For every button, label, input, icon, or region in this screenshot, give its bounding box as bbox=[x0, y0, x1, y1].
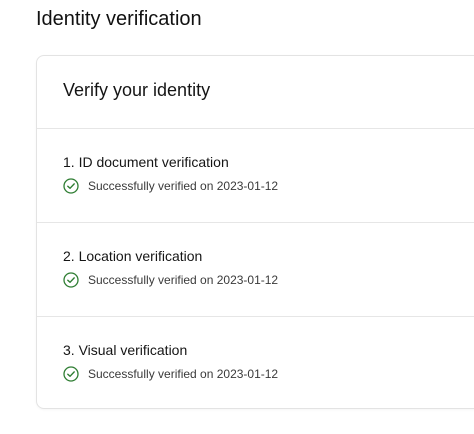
step-status: Successfully verified on 2023-01-12 bbox=[63, 366, 278, 382]
card-header: Verify your identity bbox=[37, 56, 474, 129]
verification-step-visual: 3. Visual verification Successfully veri… bbox=[37, 317, 474, 408]
verification-step-id-document: 1. ID document verification Successfully… bbox=[37, 129, 474, 223]
status-text: Successfully verified on 2023-01-12 bbox=[88, 367, 279, 381]
step-title: 2. Location verification bbox=[63, 248, 203, 264]
verification-card: Verify your identity 1. ID document veri… bbox=[36, 55, 474, 409]
check-circle-icon bbox=[63, 178, 79, 194]
status-text: Successfully verified on 2023-01-12 bbox=[88, 273, 279, 287]
step-title: 3. Visual verification bbox=[63, 342, 188, 358]
verification-step-location: 2. Location verification Successfully ve… bbox=[37, 223, 474, 317]
card-title: Verify your identity bbox=[63, 80, 211, 100]
status-text: Successfully verified on 2023-01-12 bbox=[88, 179, 279, 193]
page-title: Identity verification bbox=[36, 8, 202, 30]
step-status: Successfully verified on 2023-01-12 bbox=[63, 272, 278, 288]
step-status: Successfully verified on 2023-01-12 bbox=[63, 178, 278, 194]
check-circle-icon bbox=[63, 272, 79, 288]
step-title: 1. ID document verification bbox=[63, 154, 229, 170]
check-circle-icon bbox=[63, 366, 79, 382]
